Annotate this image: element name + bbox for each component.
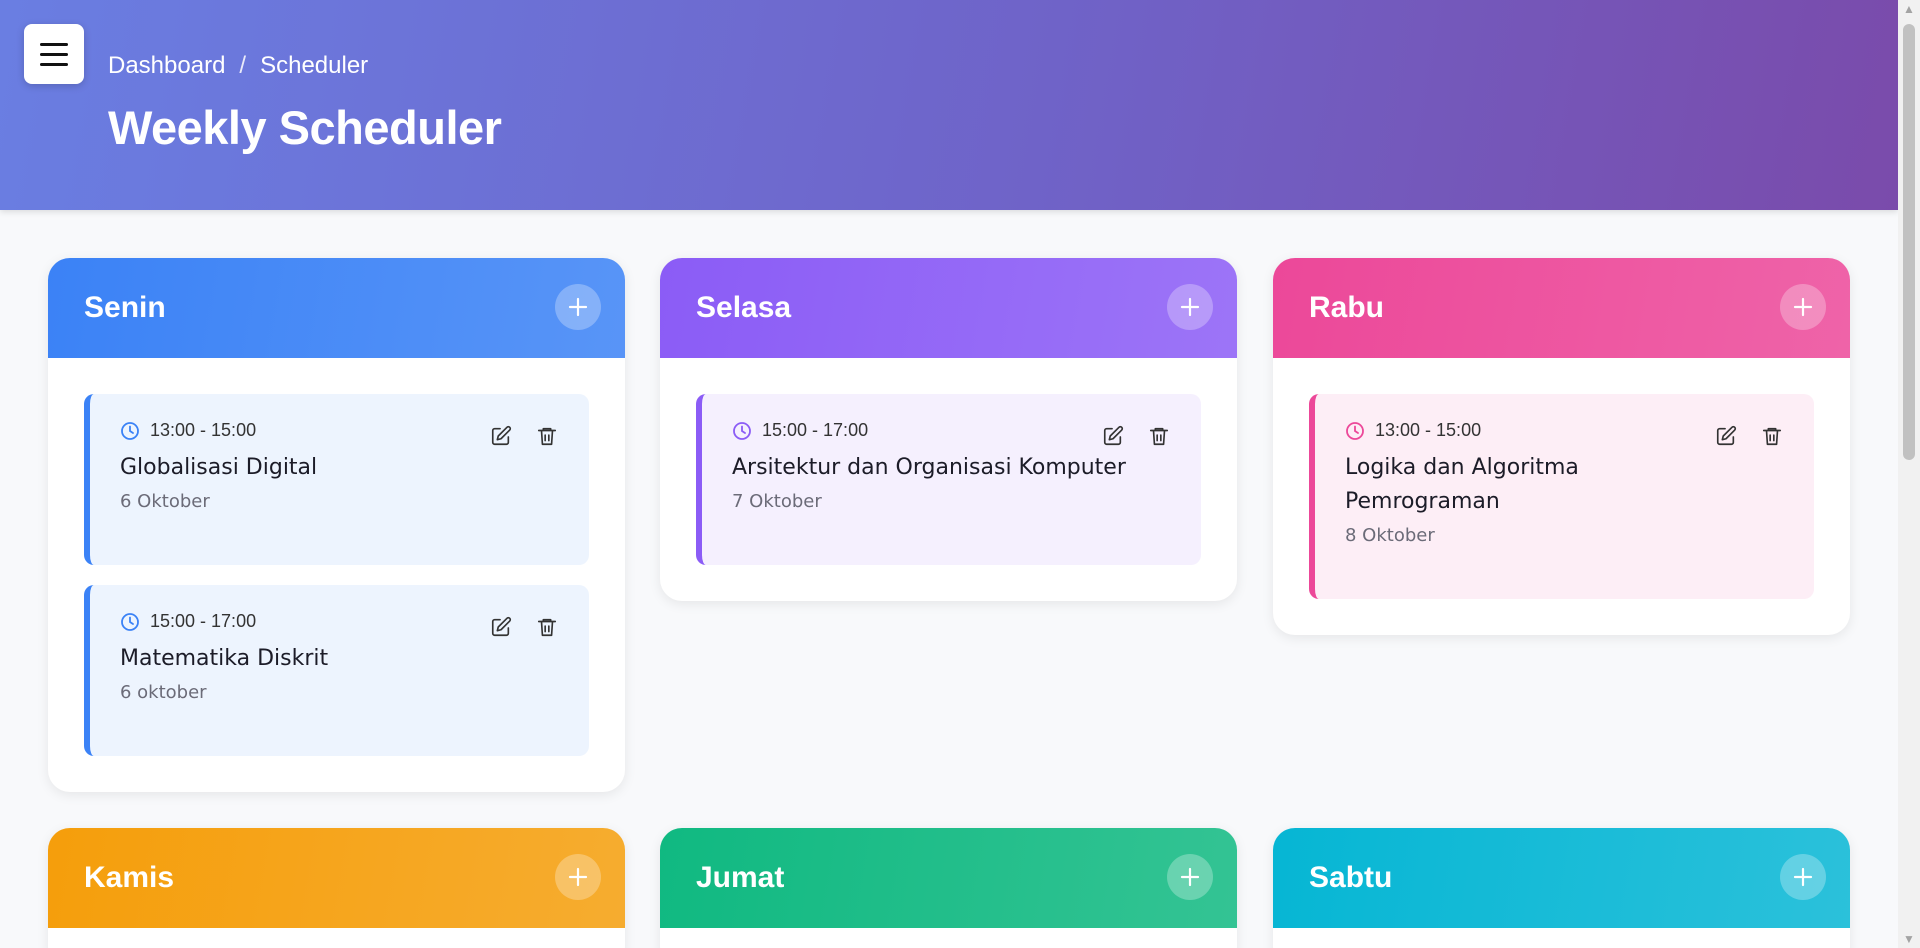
day-header: Kamis [48, 828, 625, 928]
clock-icon [733, 421, 751, 440]
plus-icon [1180, 297, 1200, 317]
scroll-up-arrow-icon[interactable]: ▲ [1903, 2, 1915, 16]
edit-icon [491, 616, 512, 637]
event-actions [1101, 424, 1171, 448]
day-card-sabtu: Sabtu [1273, 828, 1850, 948]
edit-button[interactable] [1714, 424, 1738, 448]
trash-icon [1762, 427, 1782, 446]
plus-icon [1793, 867, 1813, 887]
event-date: 8 Oktober [1345, 525, 1435, 546]
event-date: 6 Oktober [120, 491, 210, 512]
scrollbar-thumb[interactable] [1903, 24, 1915, 460]
trash-icon [537, 618, 557, 637]
scroll-down-arrow-icon[interactable]: ▼ [1903, 932, 1915, 946]
edit-button[interactable] [489, 424, 513, 448]
event-card[interactable]: 15:00 - 17:00 Matematika Diskrit 6 oktob… [84, 585, 589, 756]
add-event-button[interactable] [1780, 854, 1826, 900]
hamburger-icon-bar [40, 52, 68, 56]
page: Dashboard / Scheduler Weekly Scheduler S… [0, 0, 1898, 948]
edit-button[interactable] [1101, 424, 1125, 448]
menu-button[interactable] [24, 24, 84, 84]
event-title: Arsitektur dan Organisasi Komputer [732, 455, 1126, 480]
event-actions [1714, 424, 1784, 448]
event-actions [489, 615, 559, 639]
plus-icon [1180, 867, 1200, 887]
event-title: Logika dan Algoritma Pemrograman [1345, 455, 1579, 514]
page-header: Dashboard / Scheduler Weekly Scheduler [0, 0, 1898, 210]
day-header: Senin [48, 258, 625, 358]
day-header: Sabtu [1273, 828, 1850, 928]
day-card-rabu: Rabu 13:00 - 15:00 Logika dan Algoritma … [1273, 258, 1850, 635]
breadcrumb-dashboard[interactable]: Dashboard [108, 52, 225, 80]
clock-icon [1346, 421, 1364, 440]
delete-button[interactable] [1147, 424, 1171, 448]
page-title: Weekly Scheduler [108, 101, 502, 154]
event-time: 15:00 - 17:00 [762, 420, 869, 440]
event-card[interactable]: 15:00 - 17:00 Arsitektur dan Organisasi … [696, 394, 1201, 565]
delete-button[interactable] [1760, 424, 1784, 448]
trash-icon [1149, 427, 1169, 446]
hamburger-icon-bar [40, 42, 68, 46]
event-title: Globalisasi Digital [120, 455, 318, 480]
day-card-senin: Senin 13:00 - 15:00 Globalisasi Digital … [48, 258, 625, 792]
breadcrumb-current: Scheduler [260, 52, 369, 79]
edit-button[interactable] [489, 615, 513, 639]
day-name: Jumat [696, 861, 785, 894]
edit-icon [1716, 425, 1737, 446]
day-card-jumat: Jumat [660, 828, 1237, 948]
day-events: 15:00 - 17:00 Arsitektur dan Organisasi … [660, 358, 1237, 601]
event-time: 13:00 - 15:00 [1375, 420, 1482, 440]
day-name: Selasa [696, 291, 792, 324]
day-name: Sabtu [1309, 861, 1393, 894]
vertical-scrollbar[interactable]: ▲ ▼ [1898, 0, 1920, 948]
event-card[interactable]: 13:00 - 15:00 Logika dan Algoritma Pemro… [1309, 394, 1814, 599]
event-time: 13:00 - 15:00 [150, 420, 257, 440]
delete-button[interactable] [535, 424, 559, 448]
hamburger-icon-bar [40, 62, 68, 66]
breadcrumb-separator: / [239, 52, 247, 79]
day-header: Jumat [660, 828, 1237, 928]
plus-icon [568, 867, 588, 887]
day-card-selasa: Selasa 15:00 - 17:00 Arsitektur dan Orga… [660, 258, 1237, 601]
event-date: 6 oktober [120, 682, 207, 703]
clock-icon [121, 612, 139, 631]
plus-icon [1793, 297, 1813, 317]
day-name: Kamis [84, 861, 175, 894]
event-time: 15:00 - 17:00 [150, 611, 257, 631]
day-card-kamis: Kamis [48, 828, 625, 948]
add-event-button[interactable] [1167, 284, 1213, 330]
event-date: 7 Oktober [732, 491, 822, 512]
day-events: 13:00 - 15:00 Globalisasi Digital 6 Okto… [48, 358, 625, 792]
edit-icon [1103, 425, 1124, 446]
add-event-button[interactable] [1167, 854, 1213, 900]
add-event-button[interactable] [555, 284, 601, 330]
edit-icon [491, 425, 512, 446]
day-events: 13:00 - 15:00 Logika dan Algoritma Pemro… [1273, 358, 1850, 635]
event-title: Matematika Diskrit [120, 646, 329, 671]
day-name: Senin [84, 291, 166, 324]
day-name: Rabu [1309, 291, 1384, 324]
trash-icon [537, 427, 557, 446]
day-header: Selasa [660, 258, 1237, 358]
plus-icon [568, 297, 588, 317]
day-header: Rabu [1273, 258, 1850, 358]
add-event-button[interactable] [555, 854, 601, 900]
breadcrumb: Dashboard / Scheduler [108, 52, 368, 80]
add-event-button[interactable] [1780, 284, 1826, 330]
delete-button[interactable] [535, 615, 559, 639]
event-actions [489, 424, 559, 448]
clock-icon [121, 421, 139, 440]
event-card[interactable]: 13:00 - 15:00 Globalisasi Digital 6 Okto… [84, 394, 589, 565]
